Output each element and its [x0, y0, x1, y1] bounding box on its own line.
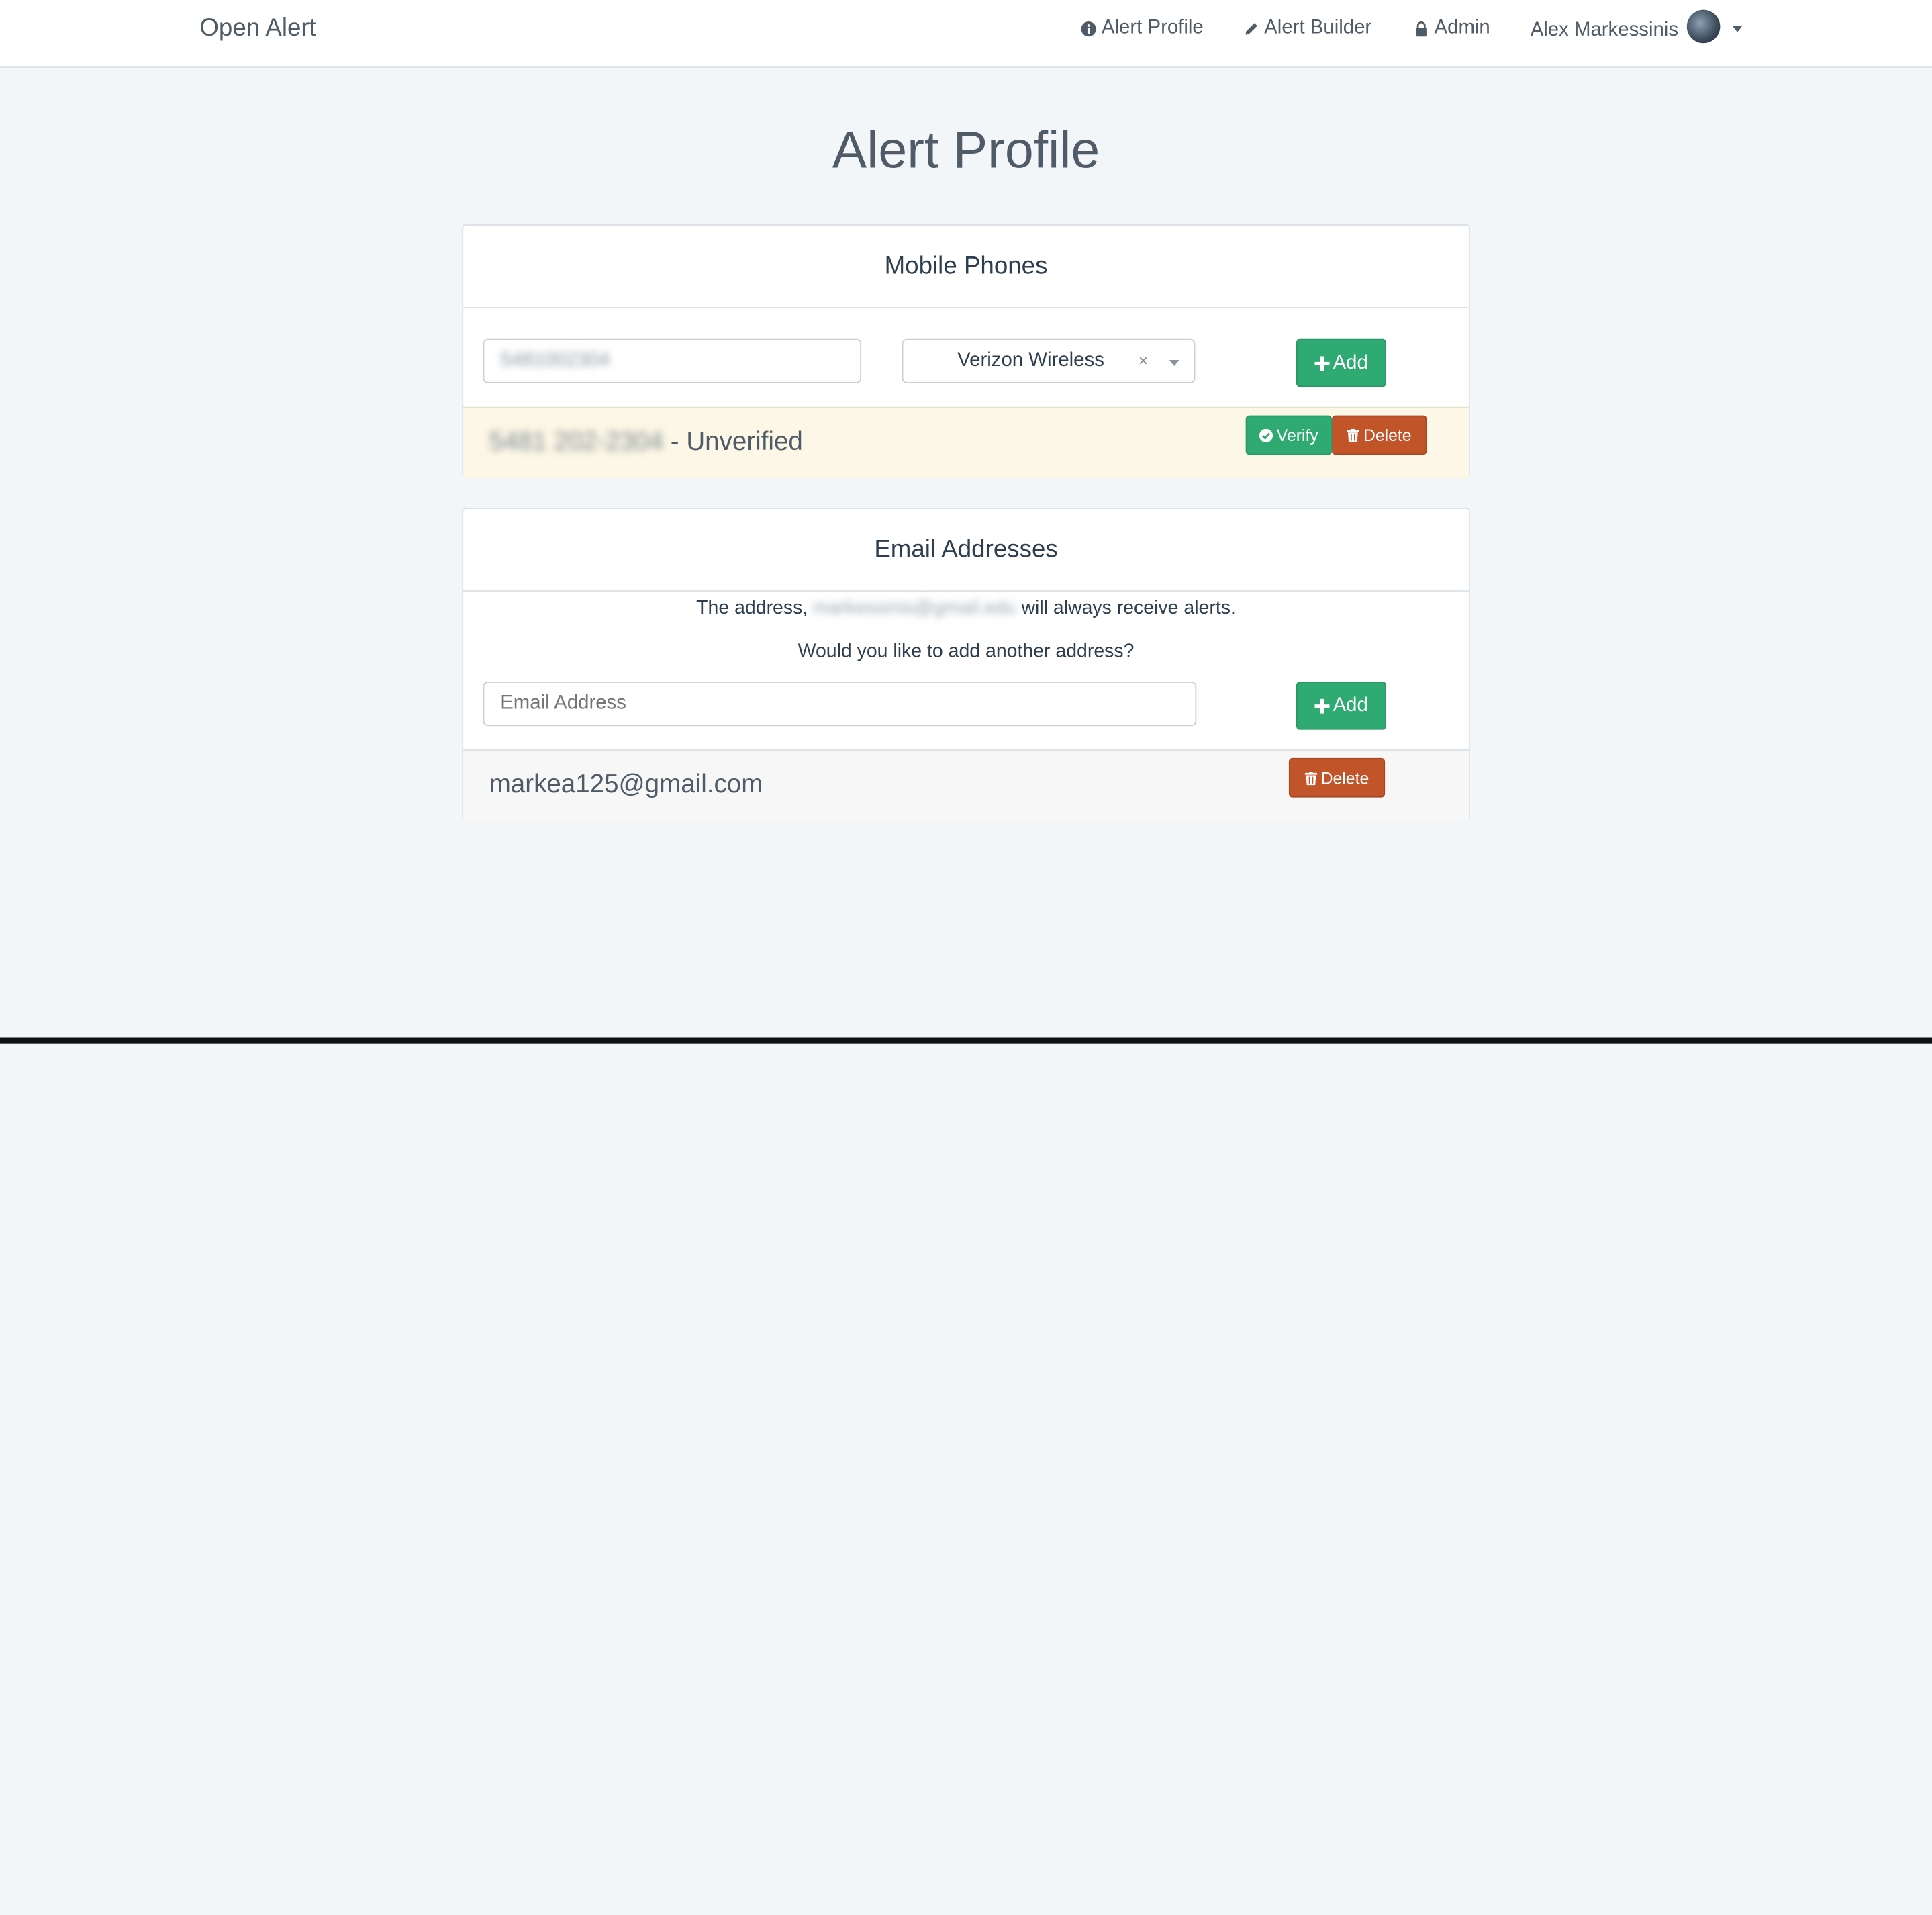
trash-icon	[1304, 771, 1318, 785]
phone-list-item: 5481 202-2304 - Unverified Verify Delete	[463, 406, 1469, 479]
phone-number-value: 5481002304	[500, 350, 610, 371]
user-name: Alex Markessinis	[1530, 19, 1679, 40]
nav-alert-builder[interactable]: Alert Builder	[1243, 17, 1371, 40]
mobile-phones-heading: Mobile Phones	[463, 226, 1469, 308]
nav-alert-profile[interactable]: Alert Profile	[1081, 17, 1204, 40]
email-addresses-heading: Email Addresses	[463, 509, 1469, 592]
lock-icon	[1416, 21, 1427, 36]
phone-entry-status: - Unverified	[670, 427, 803, 457]
delete-phone-label: Delete	[1363, 426, 1412, 445]
add-phone-label: Add	[1333, 352, 1368, 373]
phone-entry-number: 5481 202-2304	[489, 427, 664, 457]
email-addresses-panel: Email Addresses The address, markessinis…	[462, 508, 1470, 821]
delete-phone-button[interactable]: Delete	[1332, 415, 1427, 455]
nav-admin-label: Admin	[1434, 17, 1490, 38]
primary-email-address: markessinis@gmail.edu	[813, 598, 1016, 619]
bottom-divider	[0, 1037, 1932, 1044]
email-input[interactable]	[483, 682, 1197, 727]
avatar	[1686, 9, 1721, 44]
email-list-item: markea125@gmail.com Delete	[463, 749, 1469, 821]
delete-email-label: Delete	[1320, 768, 1369, 787]
nav-alert-builder-label: Alert Builder	[1264, 17, 1372, 38]
pencil-icon	[1245, 22, 1257, 34]
plus-icon	[1314, 355, 1330, 371]
mobile-phones-panel: Mobile Phones 5481002304 Verizon Wireles…	[462, 224, 1470, 479]
phone-entry-text: 5481 202-2304 - Unverified	[489, 428, 803, 457]
chevron-down-icon[interactable]	[1169, 359, 1179, 367]
plus-icon	[1314, 698, 1330, 713]
nav-alert-profile-label: Alert Profile	[1101, 17, 1204, 38]
nav-admin[interactable]: Admin	[1413, 17, 1490, 40]
notice-suffix: will always receive alerts.	[1021, 598, 1236, 619]
page-root: Open Alert Alert Profile Alert Builder A…	[0, 0, 1932, 1915]
phone-number-input[interactable]: 5481002304	[483, 338, 862, 383]
email-entry-address: markea125@gmail.com	[489, 770, 763, 799]
primary-email-notice: The address, markessinis@gmail.edu will …	[463, 598, 1469, 620]
add-email-prompt: Would you like to add another address?	[798, 641, 1134, 662]
carrier-select[interactable]: Verizon Wireless ×	[902, 338, 1196, 383]
notice-prefix: The address,	[696, 598, 808, 619]
carrier-selected: Verizon Wireless	[957, 350, 1104, 371]
verify-phone-button[interactable]: Verify	[1245, 415, 1333, 455]
check-circle-icon	[1259, 428, 1273, 442]
delete-email-button[interactable]: Delete	[1288, 757, 1386, 798]
verify-phone-label: Verify	[1276, 426, 1318, 445]
user-menu-toggle[interactable]: Alex Markessinis	[1530, 9, 1743, 44]
info-circle-icon	[1081, 21, 1096, 36]
chevron-down-icon	[1732, 25, 1743, 32]
top-navbar: Open Alert Alert Profile Alert Builder A…	[0, 0, 1932, 68]
page-title: Alert Profile	[832, 120, 1100, 179]
clear-selection-icon[interactable]: ×	[1139, 340, 1148, 382]
brand-link[interactable]: Open Alert	[199, 15, 316, 43]
add-email-label: Add	[1333, 694, 1368, 716]
add-email-button[interactable]: Add	[1296, 682, 1386, 730]
add-phone-button[interactable]: Add	[1296, 338, 1386, 387]
trash-icon	[1347, 428, 1360, 442]
